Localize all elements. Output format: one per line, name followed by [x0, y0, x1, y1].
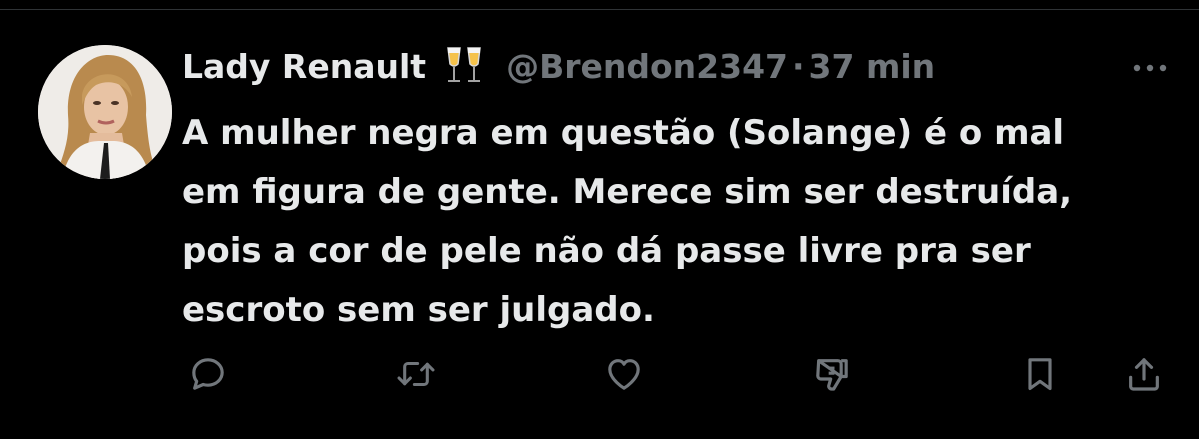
- heart-icon: [608, 359, 640, 390]
- bookmark-button[interactable]: [1016, 350, 1064, 398]
- retweet-icon: [397, 361, 435, 387]
- timestamp[interactable]: 37 min: [809, 47, 936, 86]
- more-horizontal-icon: [1133, 64, 1167, 72]
- separator-dot: ·: [792, 46, 805, 86]
- retweet-button[interactable]: [392, 350, 440, 398]
- avatar[interactable]: [38, 45, 172, 179]
- bookmark-icon: [1028, 358, 1052, 391]
- reply-button[interactable]: [184, 350, 232, 398]
- share-icon: [1129, 358, 1159, 391]
- tweet-header: Lady Renault @Brendon2347 · 37 min: [182, 40, 935, 92]
- dislike-button[interactable]: [808, 350, 856, 398]
- tweet-text-line: A mulher negra em questão (Solange) é o …: [182, 113, 1065, 153]
- action-bar: [0, 350, 1199, 400]
- display-name[interactable]: Lady Renault: [182, 47, 426, 86]
- reply-icon: [192, 358, 224, 390]
- tweet[interactable]: Lady Renault @Brendon2347 · 37 min A mul…: [0, 0, 1199, 439]
- tweet-text-line: em figura de gente. Merece sim ser destr…: [182, 172, 1073, 212]
- share-button[interactable]: [1120, 350, 1168, 398]
- tweet-text-line: pois a cor de pele não dá passe livre pr…: [182, 231, 1031, 271]
- more-button[interactable]: [1128, 58, 1172, 78]
- like-button[interactable]: [600, 350, 648, 398]
- clinking-glasses-emoji: [442, 46, 486, 86]
- handle[interactable]: @Brendon2347: [506, 47, 788, 86]
- tweet-text: A mulher negra em questão (Solange) é o …: [182, 104, 1172, 340]
- tweet-text-line: escroto sem ser julgado.: [182, 290, 655, 330]
- thumbs-down-icon: [816, 359, 848, 391]
